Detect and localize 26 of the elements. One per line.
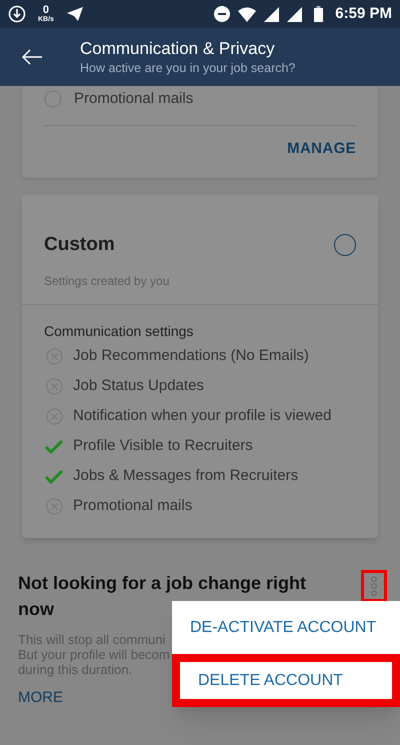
signal-icon [287,6,302,22]
more-link[interactable]: MORE [18,686,63,709]
more-options-icon [371,576,377,596]
section-title: Communication settings [44,322,194,341]
page-title: Communication & Privacy [80,38,276,59]
do-not-disturb-icon [214,6,230,22]
page-subtitle: How active are you in your job search? [80,60,296,76]
card-title: Custom [44,233,115,257]
menu-item[interactable]: DELETE ACCOUNT [172,654,400,707]
manage-button[interactable]: MANAGE [287,138,356,160]
setting-label: Notification when your profile is viewed [73,406,332,426]
setting-label: Jobs & Messages from Recruiters [73,466,298,486]
setting-label: Promotional mails [73,496,192,516]
setting-label: Promotional mails [74,89,194,109]
network-speed: 0 [42,5,50,16]
radio-button[interactable] [334,234,356,256]
send-icon [66,6,84,22]
battery-icon [314,6,324,22]
download-icon [8,5,26,23]
back-arrow-icon [21,49,43,65]
clock: 6:59 PM [335,4,392,24]
setting-label: Job Recommendations (No Emails) [73,346,309,366]
wifi-icon [238,6,256,22]
setting-label: Profile Visible to Recruiters [73,436,253,456]
setting-label: Job Status Updates [73,376,204,396]
signal-icon [264,6,280,22]
